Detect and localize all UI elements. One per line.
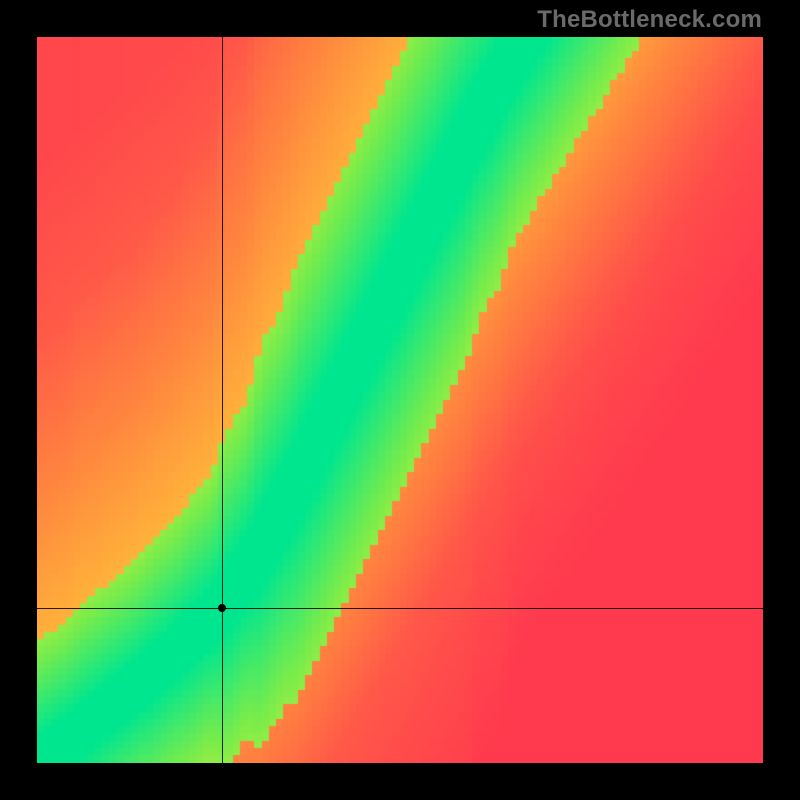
crosshair-horizontal xyxy=(37,608,763,609)
chart-frame: TheBottleneck.com xyxy=(0,0,800,800)
heatmap-canvas xyxy=(37,37,763,763)
crosshair-vertical xyxy=(222,37,223,763)
watermark-text: TheBottleneck.com xyxy=(537,6,762,34)
plot-area xyxy=(37,37,763,763)
